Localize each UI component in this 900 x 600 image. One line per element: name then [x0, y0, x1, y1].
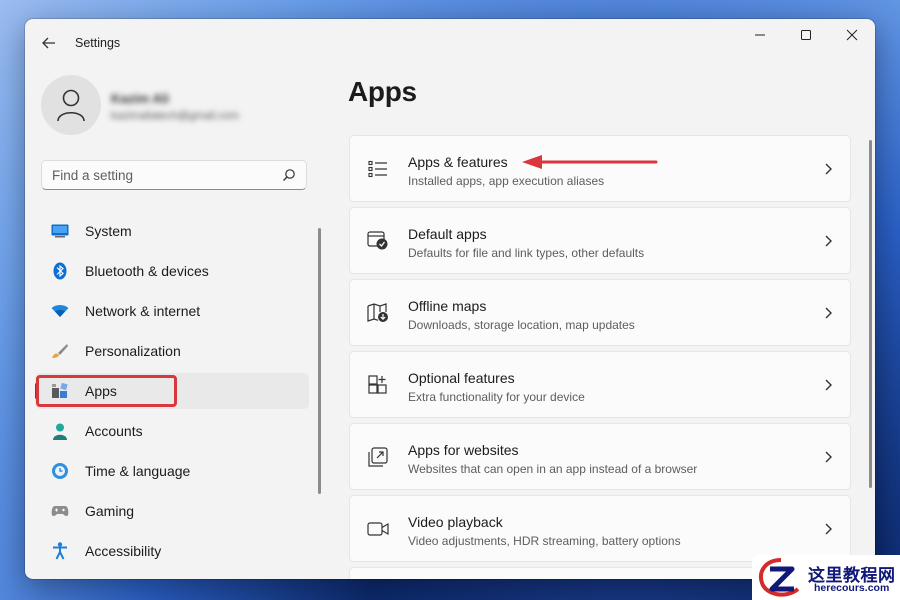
sidebar-item-label: Network & internet	[85, 303, 201, 319]
card-title: Apps & features	[408, 154, 508, 170]
watermark: 这里教程网 herecours.com	[752, 555, 900, 600]
chevron-right-icon	[825, 163, 832, 175]
watermark-logo-icon	[759, 558, 800, 597]
card-title: Apps for websites	[408, 442, 519, 458]
settings-window: Settings Kazim Ali kazimaliatech@gmail.c…	[25, 19, 875, 579]
page-title: Apps	[348, 76, 417, 107]
annotation-arrow	[522, 155, 658, 169]
card-title: Default apps	[408, 226, 487, 242]
card-optional-features[interactable]: Optional features Extra functionality fo…	[349, 351, 851, 418]
video-icon	[367, 518, 389, 540]
card-subtitle: Defaults for file and link types, other …	[408, 246, 645, 260]
sidebar-item-gaming[interactable]: Gaming	[35, 493, 309, 529]
sidebar-item-bluetooth[interactable]: Bluetooth & devices	[35, 253, 309, 289]
watermark-url: herecours.com	[814, 582, 890, 594]
sidebar-scrollbar[interactable]	[318, 228, 321, 494]
card-subtitle: Video adjustments, HDR streaming, batter…	[408, 534, 681, 548]
default-apps-icon	[367, 230, 389, 252]
chevron-right-icon	[825, 451, 832, 463]
sidebar-item-network[interactable]: Network & internet	[35, 293, 309, 329]
card-title: Offline maps	[408, 298, 487, 314]
back-button[interactable]	[39, 33, 59, 53]
search-icon[interactable]	[282, 168, 296, 182]
card-video-playback[interactable]: Video playback Video adjustments, HDR st…	[349, 495, 851, 562]
add-grid-icon	[367, 374, 389, 396]
person-icon	[57, 89, 85, 122]
sidebar-item-label: Accessibility	[85, 543, 162, 559]
user-name: Kazim Ali	[111, 91, 170, 106]
sidebar-item-label: Bluetooth & devices	[85, 263, 209, 279]
map-download-icon	[367, 302, 389, 324]
sidebar-item-system[interactable]: System	[35, 213, 309, 249]
sidebar-item-accessibility[interactable]: Accessibility	[35, 533, 309, 569]
card-subtitle: Websites that can open in an app instead…	[408, 462, 698, 476]
sidebar-item-accounts[interactable]: Accounts	[35, 413, 309, 449]
minimize-button[interactable]	[737, 19, 783, 51]
search-box	[41, 160, 307, 190]
card-offline-maps[interactable]: Offline maps Downloads, storage location…	[349, 279, 851, 346]
maximize-icon	[801, 30, 811, 40]
close-icon	[846, 29, 858, 41]
monitor-icon	[51, 223, 69, 239]
chevron-right-icon	[825, 523, 832, 535]
card-subtitle: Extra functionality for your device	[408, 390, 585, 404]
close-button[interactable]	[829, 19, 875, 51]
maximize-button[interactable]	[783, 19, 829, 51]
title-bar: Settings	[25, 19, 875, 67]
sidebar-item-label: System	[85, 223, 132, 239]
sidebar-item-label: Personalization	[85, 343, 181, 359]
list-icon	[367, 158, 389, 180]
sidebar-item-label: Accounts	[85, 423, 143, 439]
chevron-right-icon	[825, 379, 832, 391]
apps-highlight-box	[36, 375, 177, 407]
open-link-icon	[367, 446, 389, 468]
wifi-icon	[51, 303, 69, 319]
card-title: Optional features	[408, 370, 515, 386]
card-apps-for-websites[interactable]: Apps for websites Websites that can open…	[349, 423, 851, 490]
card-title: Video playback	[408, 514, 503, 530]
window-title: Settings	[75, 36, 121, 50]
card-subtitle: Downloads, storage location, map updates	[408, 318, 635, 332]
sidebar-item-label: Gaming	[85, 503, 135, 519]
person-icon	[51, 423, 69, 440]
chevron-right-icon	[825, 307, 832, 319]
main-scrollbar[interactable]	[869, 140, 872, 488]
minimize-icon	[755, 34, 765, 36]
gamepad-icon	[51, 503, 69, 519]
chevron-right-icon	[825, 235, 832, 247]
arrow-left-icon	[42, 37, 55, 49]
accessibility-icon	[51, 542, 69, 560]
globe-clock-icon	[51, 463, 69, 479]
search-input[interactable]	[42, 161, 282, 189]
sidebar-item-personalization[interactable]: Personalization	[35, 333, 309, 369]
sidebar-item-time-language[interactable]: Time & language	[35, 453, 309, 489]
avatar[interactable]	[41, 75, 101, 135]
sidebar-item-label: Time & language	[85, 463, 191, 479]
user-email: kazimaliatech@gmail.com	[111, 110, 239, 122]
brush-icon	[51, 343, 69, 359]
card-subtitle: Installed apps, app execution aliases	[408, 174, 605, 188]
bluetooth-icon	[51, 262, 69, 280]
settings-cards: Apps & features Installed apps, app exec…	[349, 135, 851, 579]
card-default-apps[interactable]: Default apps Defaults for file and link …	[349, 207, 851, 274]
